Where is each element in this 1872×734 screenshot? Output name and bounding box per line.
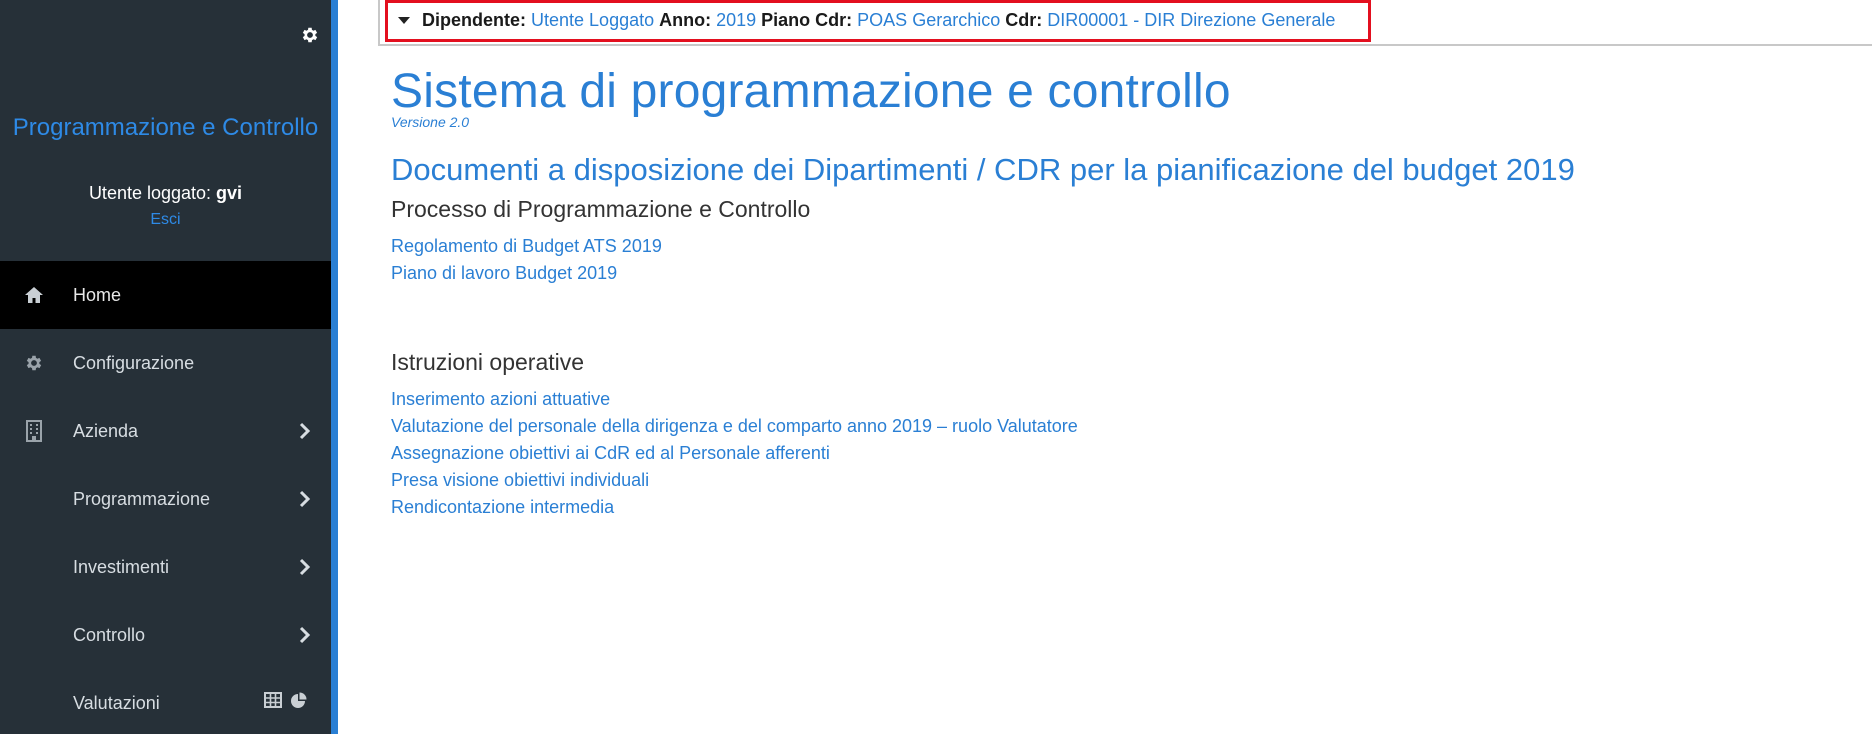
sidebar-item-controllo[interactable]: Controllo (0, 601, 331, 669)
chevron-right-icon (298, 557, 312, 577)
process-title: Processo di Programmazione e Controllo (391, 196, 811, 222)
caret-down-icon[interactable] (398, 17, 410, 24)
sidebar-item-label: Investimenti (73, 556, 170, 577)
gear-icon[interactable] (300, 25, 320, 45)
sidebar-item-label: Valutazioni (73, 692, 160, 713)
chevron-right-icon (298, 625, 312, 645)
instruction-link[interactable]: Rendicontazione intermedia (391, 494, 1851, 521)
sidebar-item-label: Home (73, 284, 122, 305)
instruction-links: Inserimento azioni attuative Valutazione… (391, 386, 1851, 521)
gear-icon (23, 352, 45, 374)
instruction-link[interactable]: Presa visione obiettivi individuali (391, 467, 1851, 494)
sidebar-item-home[interactable]: Home (0, 261, 331, 329)
context-summary[interactable]: Dipendente: Utente Loggato Anno: 2019 Pi… (398, 10, 1340, 31)
app-title: Programmazione e Controllo (12, 114, 319, 141)
sidebar-item-investimenti[interactable]: Investimenti (0, 533, 331, 601)
piano-cdr-value[interactable]: POAS Gerarchico (857, 10, 1000, 31)
instruction-link[interactable]: Inserimento azioni attuative (391, 386, 1851, 413)
chevron-right-icon (298, 421, 312, 441)
user-name: gvi (216, 183, 243, 203)
piano-cdr-label: Piano Cdr: (761, 10, 853, 30)
instruction-link[interactable]: Valutazione del personale della dirigenz… (391, 413, 1851, 440)
process-link[interactable]: Regolamento di Budget ATS 2019 (391, 233, 1851, 260)
chevron-right-icon (298, 489, 312, 509)
instruction-link[interactable]: Assegnazione obiettivi ai CdR ed al Pers… (391, 440, 1851, 467)
valutazioni-icons (264, 692, 307, 714)
dipendente-label: Dipendente: (422, 10, 527, 30)
instructions-title: Istruzioni operative (391, 349, 585, 375)
sidebar-edge (331, 0, 338, 734)
main-content: Sistema di programmazione e controllo Ve… (391, 64, 1851, 521)
sidebar-item-valutazioni[interactable]: Valutazioni (0, 669, 331, 734)
user-info: Utente loggato: gvi (0, 183, 331, 204)
sidebar-item-label: Programmazione (73, 488, 211, 509)
sidebar-menu: Home Configurazione Azienda Programmazio… (0, 261, 331, 734)
home-icon (23, 284, 45, 306)
context-panel-border (378, 0, 380, 46)
anno-label: Anno: (659, 10, 712, 30)
cdr-label: Cdr: (1005, 10, 1043, 30)
building-icon (23, 420, 45, 442)
sidebar-item-configurazione[interactable]: Configurazione (0, 329, 331, 397)
user-label: Utente loggato: (88, 183, 212, 203)
process-links: Regolamento di Budget ATS 2019 Piano di … (391, 233, 1851, 287)
cdr-value[interactable]: DIR00001 - DIR Direzione Generale (1047, 10, 1335, 31)
sidebar-item-label: Configurazione (73, 352, 195, 373)
table-icon[interactable] (264, 692, 282, 714)
context-panel-divider (378, 44, 1872, 46)
process-link[interactable]: Piano di lavoro Budget 2019 (391, 260, 1851, 287)
sidebar: Programmazione e Controllo Utente loggat… (0, 0, 331, 734)
section-title: Documenti a disposizione dei Dipartiment… (391, 152, 1575, 187)
logout-link[interactable]: Esci (0, 211, 331, 229)
dipendente-value[interactable]: Utente Loggato (531, 10, 654, 31)
sidebar-item-programmazione[interactable]: Programmazione (0, 465, 331, 533)
anno-value[interactable]: 2019 (716, 10, 756, 31)
sidebar-item-label: Azienda (73, 420, 139, 441)
pie-chart-icon[interactable] (290, 692, 307, 714)
sidebar-item-label: Controllo (73, 624, 146, 645)
page-title: Sistema di programmazione e controllo (391, 65, 1231, 118)
sidebar-item-azienda[interactable]: Azienda (0, 397, 331, 465)
